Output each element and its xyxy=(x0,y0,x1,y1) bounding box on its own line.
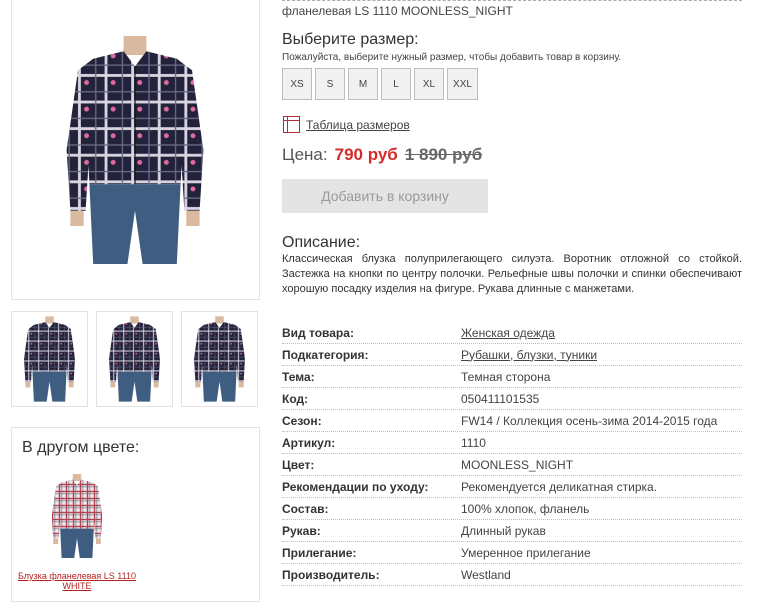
other-color-photo[interactable] xyxy=(42,464,112,573)
other-color-title: В другом цвете: xyxy=(22,439,140,456)
thumbnail-image xyxy=(193,316,246,402)
attribute-row: Тема: Темная сторона xyxy=(282,366,742,388)
thumbnail-image xyxy=(23,316,76,402)
attribute-value: Умеренное прилегание xyxy=(461,545,591,560)
attribute-row: Артикул: 1110 xyxy=(282,432,742,454)
attribute-key: Производитель: xyxy=(282,567,380,582)
price-current: 790 руб xyxy=(334,145,398,164)
attribute-key: Код: xyxy=(282,391,309,406)
product-name-fragment: фланелевая LS 1110 MOONLESS_NIGHT xyxy=(282,4,513,18)
attribute-row: Состав: 100% хлопок, фланель xyxy=(282,498,742,520)
size-option-xs[interactable]: XS xyxy=(282,68,312,100)
attribute-value: Длинный рукав xyxy=(461,523,546,538)
size-title: Выберите размер: xyxy=(282,31,419,48)
thumbnail-side[interactable] xyxy=(96,311,173,407)
attribute-value: 050411101535 xyxy=(461,391,540,406)
add-to-cart-button[interactable]: Добавить в корзину xyxy=(282,179,488,213)
attribute-value: MOONLESS_NIGHT xyxy=(461,457,574,472)
thumbnail-back[interactable] xyxy=(181,311,258,407)
attribute-key: Рукав: xyxy=(282,523,321,538)
attribute-value: Westland xyxy=(461,567,511,582)
attribute-key: Артикул: xyxy=(282,435,336,450)
attribute-value: 100% хлопок, фланель xyxy=(461,501,590,516)
attribute-value: Темная сторона xyxy=(461,369,551,384)
attribute-value: 1110 xyxy=(461,435,486,450)
title-divider xyxy=(282,0,742,2)
size-option-xxl[interactable]: XXL xyxy=(447,68,478,100)
product-image xyxy=(12,0,259,299)
attribute-key: Цвет: xyxy=(282,457,315,472)
thumbnail-front[interactable] xyxy=(11,311,88,407)
attribute-value-link[interactable]: Женская одежда xyxy=(461,326,555,340)
attribute-row: Цвет: MOONLESS_NIGHT xyxy=(282,454,742,476)
attribute-key: Тема: xyxy=(282,369,315,384)
attribute-row: Подкатегория: Рубашки, блузки, туники xyxy=(282,344,742,366)
size-table-icon xyxy=(283,116,300,133)
attribute-row: Рекомендации по уходу: Рекомендуется дел… xyxy=(282,476,742,498)
attribute-row: Вид товара: Женская одежда xyxy=(282,322,742,344)
price-label: Цена: xyxy=(282,145,328,164)
attribute-key: Прилегание: xyxy=(282,545,357,560)
size-option-s[interactable]: S xyxy=(315,68,345,100)
attribute-value: Рекомендуется деликатная стирка. xyxy=(461,479,658,494)
size-option-m[interactable]: M xyxy=(348,68,378,100)
price-row: Цена: 790 руб 1 890 руб xyxy=(282,145,482,165)
description-title: Описание: xyxy=(282,234,361,251)
other-color-image xyxy=(51,474,103,558)
attribute-row: Рукав: Длинный рукав xyxy=(282,520,742,542)
size-table-link[interactable]: Таблица размеров xyxy=(283,116,410,133)
main-product-photo[interactable] xyxy=(11,0,260,300)
size-hint: Пожалуйста, выберите нужный размер, чтоб… xyxy=(282,52,622,63)
attribute-row: Производитель: Westland xyxy=(282,564,742,586)
other-color-link[interactable]: Блузка фланелевая LS 1110 WHITE xyxy=(12,571,142,591)
attributes-table: Вид товара: Женская одежда Подкатегория:… xyxy=(282,322,742,586)
attribute-key: Сезон: xyxy=(282,413,322,428)
size-option-l[interactable]: L xyxy=(381,68,411,100)
attribute-key: Состав: xyxy=(282,501,329,516)
attribute-value-link[interactable]: Рубашки, блузки, туники xyxy=(461,348,597,362)
size-table-label: Таблица размеров xyxy=(306,117,410,132)
price-old: 1 890 руб xyxy=(404,145,483,164)
attribute-key: Подкатегория: xyxy=(282,347,369,362)
attribute-row: Сезон: FW14 / Коллекция осень-зима 2014-… xyxy=(282,410,742,432)
attribute-value: FW14 / Коллекция осень-зима 2014-2015 го… xyxy=(461,413,718,428)
size-option-xl[interactable]: XL xyxy=(414,68,444,100)
description-text: Классическая блузка полуприлегающего сил… xyxy=(282,253,742,295)
attribute-key: Вид товара: xyxy=(282,325,354,340)
other-color-panel: В другом цвете: Блузка фланелевая LS 111… xyxy=(11,427,260,602)
thumbnail-image xyxy=(108,316,161,402)
attribute-row: Прилегание: Умеренное прилегание xyxy=(282,542,742,564)
attribute-key: Рекомендации по уходу: xyxy=(282,479,429,494)
attribute-row: Код: 050411101535 xyxy=(282,388,742,410)
